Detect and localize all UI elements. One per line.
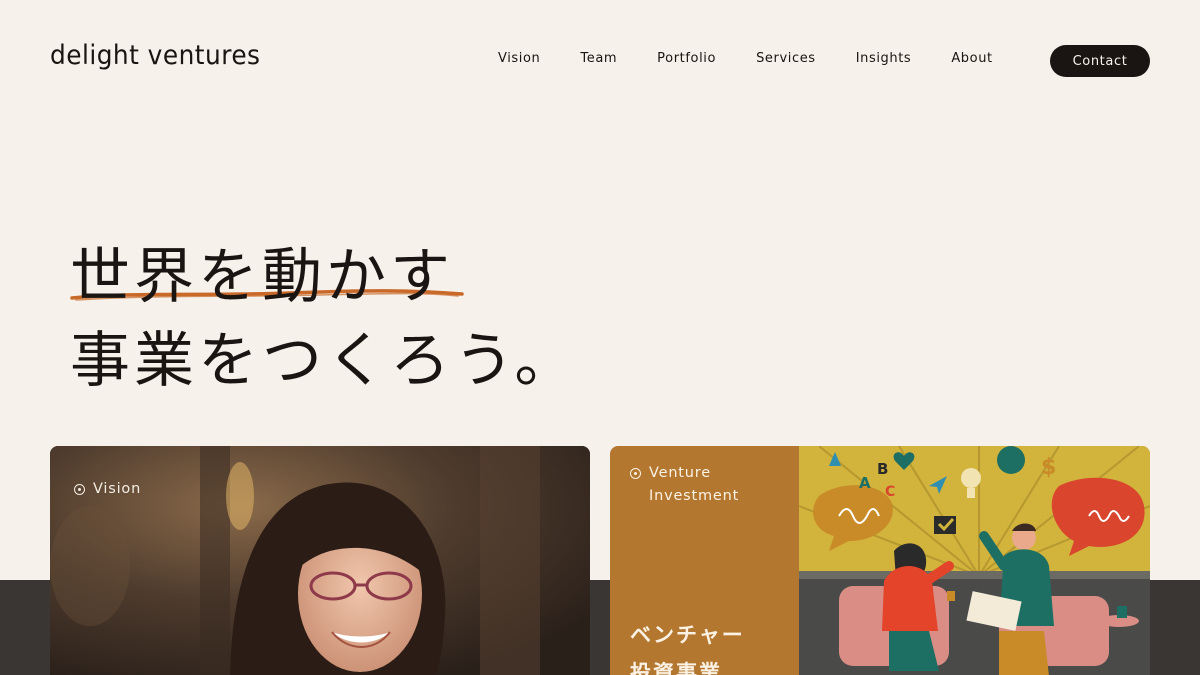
nav-item-insights[interactable]: Insights — [856, 51, 912, 66]
venture-card-label: Venture Investment — [630, 462, 770, 508]
venture-card-title: ベンチャー 投資事業 — [630, 616, 745, 675]
circle-dot-icon — [74, 484, 85, 495]
nav-item-portfolio[interactable]: Portfolio — [657, 51, 716, 66]
nav-item-services[interactable]: Services — [756, 51, 816, 66]
contact-button[interactable]: Contact — [1050, 45, 1150, 77]
circle-dot-icon — [630, 468, 641, 479]
vision-card-label: Vision — [74, 478, 141, 501]
vision-label-text: Vision — [93, 481, 142, 497]
brand-logo[interactable]: delight ventures — [50, 40, 260, 71]
hero-heading-line-2: 事業をつくろう。 — [70, 326, 579, 396]
nav-item-vision[interactable]: Vision — [498, 51, 540, 66]
main-nav: Vision Team Portfolio Services Insights … — [498, 51, 1033, 66]
vision-card[interactable]: Vision — [50, 446, 590, 675]
venture-label-line-1: Venture — [649, 465, 711, 481]
site-header: delight ventures Vision Team Portfolio S… — [0, 0, 1200, 120]
meeting-illustration: B A C $ — [799, 446, 1150, 675]
svg-text:C: C — [885, 484, 895, 500]
venture-label-line-2: Investment — [649, 488, 740, 504]
venture-title-line-1: ベンチャー — [630, 623, 745, 647]
venture-label-text: Venture Investment — [649, 462, 739, 508]
hero-heading-line-1: 世界を動かす — [70, 242, 454, 312]
svg-text:B: B — [877, 460, 888, 478]
svg-text:A: A — [859, 474, 871, 492]
svg-text:$: $ — [1041, 455, 1056, 480]
nav-item-team[interactable]: Team — [580, 51, 617, 66]
venture-title-line-2: 投資事業 — [630, 661, 722, 675]
nav-item-about[interactable]: About — [951, 51, 992, 66]
venture-investment-card[interactable]: Venture Investment ベンチャー 投資事業 B A C $ — [610, 446, 1150, 675]
